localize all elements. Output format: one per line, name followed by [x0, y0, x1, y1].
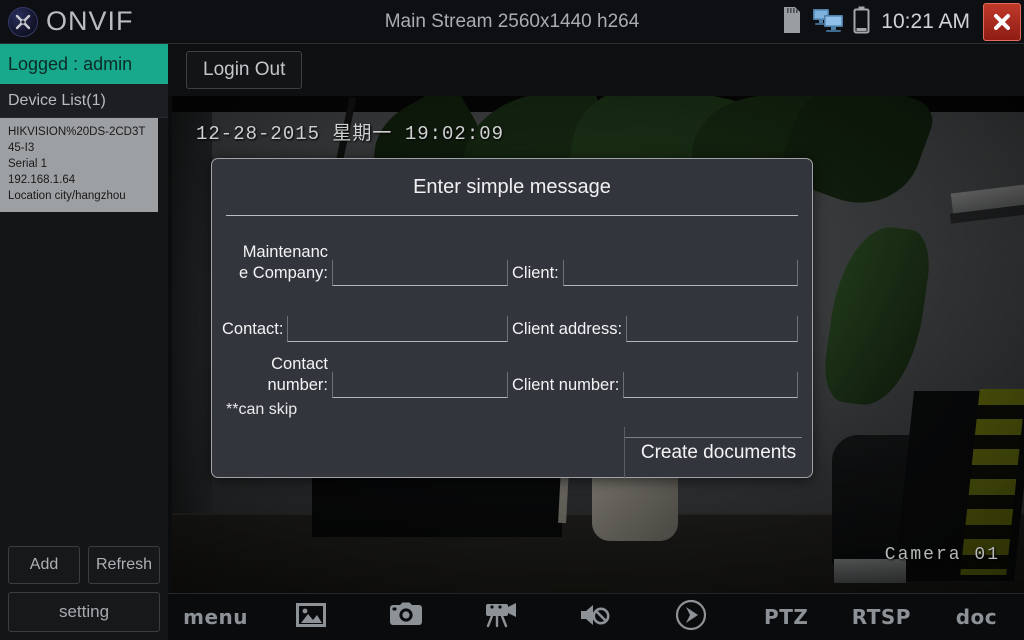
device-name: HIKVISION%20DS-2CD3T: [8, 126, 146, 138]
field-client: Client:: [512, 230, 802, 286]
field-label: Client number:: [512, 376, 620, 394]
ptz-text-icon: PTZ: [764, 605, 809, 629]
contact-input[interactable]: [287, 316, 508, 342]
speaker-muted-icon: [579, 602, 613, 633]
add-button[interactable]: Add: [8, 546, 80, 584]
field-maintenance-company: Maintenanc e Company:: [222, 230, 512, 286]
sidebar: Logged : admin Device List(1) HIKVISION%…: [0, 44, 168, 640]
camera-snapshot-icon: [389, 602, 423, 633]
doc-text-icon: doc: [955, 605, 998, 629]
toolbar-item-play[interactable]: [644, 594, 739, 640]
field-client-number: Client number:: [512, 342, 802, 398]
onvif-wrench-icon: [8, 6, 38, 37]
field-label: Client:: [512, 264, 559, 282]
stream-info: Main Stream 2560x1440 h264: [384, 11, 640, 32]
dialog-form-grid: Maintenanc e Company: Client: Contact: C…: [212, 216, 812, 398]
logged-in-banner: Logged : admin: [0, 44, 168, 84]
toolbar-item-snapshot[interactable]: [358, 594, 453, 640]
field-client-address: Client address:: [512, 286, 802, 342]
toolbar-item-menu[interactable]: menu: [168, 594, 263, 640]
refresh-button[interactable]: Refresh: [88, 546, 160, 584]
sidebar-actions: Add Refresh setting: [0, 546, 168, 640]
field-label: Client address:: [512, 320, 623, 338]
contact-number-input[interactable]: [332, 372, 508, 398]
device-name-cont: 45-I3: [8, 142, 35, 154]
titlebar-status-group: 10:21 AM: [781, 0, 1024, 44]
field-label: Maintenanc e Company:: [239, 243, 328, 282]
top-action-row: Login Out: [168, 44, 1024, 96]
login-out-button[interactable]: Login Out: [186, 51, 303, 89]
list-item[interactable]: HIKVISION%20DS-2CD3T 45-I3 Serial 1 192.…: [0, 118, 158, 212]
toolbar-item-gallery[interactable]: [263, 594, 358, 640]
toolbar-item-ptz[interactable]: PTZ: [739, 594, 834, 640]
rtsp-text-icon: RTSP: [851, 605, 911, 629]
video-record-icon: [484, 601, 518, 634]
onvif-app-window: ONVIF Main Stream 2560x1440 h264 10:21 A…: [0, 0, 1024, 640]
enter-simple-message-dialog: Enter simple message Maintenanc e Compan…: [211, 158, 813, 479]
field-contact-number: Contact number:: [222, 342, 512, 398]
sidebar-button-row: Add Refresh: [8, 546, 160, 584]
dialog-note: **can skip: [226, 401, 298, 418]
dialog-title: Enter simple message: [413, 175, 611, 198]
clock: 10:21 AM: [881, 10, 970, 33]
menu-text-icon: menu: [183, 605, 248, 629]
client-input[interactable]: [562, 260, 798, 286]
bottom-toolbar: menu PTZ RTSP doc: [168, 593, 1024, 640]
field-label: Contact:: [222, 320, 284, 338]
maintenance-company-input[interactable]: [332, 260, 508, 286]
play-circle-icon: [675, 599, 707, 636]
toolbar-item-record[interactable]: [453, 594, 548, 640]
osd-datetime: 12-28-2015 星期一 19:02:09: [196, 123, 505, 145]
toolbar-item-doc[interactable]: doc: [929, 594, 1024, 640]
app-logo-group: ONVIF: [8, 6, 134, 37]
close-x-icon[interactable]: [983, 3, 1021, 41]
device-list-header-label: Device List(1): [8, 91, 106, 109]
client-number-input[interactable]: [623, 372, 798, 398]
setting-button[interactable]: setting: [8, 592, 160, 632]
battery-icon: [853, 6, 870, 39]
network-monitors-icon: [812, 7, 844, 38]
sd-card-icon: [781, 6, 803, 39]
create-documents-button[interactable]: Create documents: [624, 427, 812, 479]
titlebar: ONVIF Main Stream 2560x1440 h264 10:21 A…: [0, 0, 1024, 44]
field-label: Contact number:: [267, 355, 328, 394]
client-address-input[interactable]: [626, 316, 798, 342]
toolbar-item-mute[interactable]: [548, 594, 643, 640]
field-contact: Contact:: [222, 286, 512, 342]
device-ip: 192.168.1.64: [8, 174, 76, 186]
image-gallery-icon: [295, 602, 326, 633]
device-serial: Serial 1: [8, 158, 47, 170]
app-title: ONVIF: [46, 6, 134, 36]
device-location: Location city/hangzhou: [8, 190, 126, 202]
osd-camera-name: Camera 01: [884, 545, 1000, 565]
toolbar-item-rtsp[interactable]: RTSP: [834, 594, 929, 640]
device-list-header: Device List(1): [0, 84, 168, 118]
logged-in-label: Logged : admin: [8, 53, 133, 74]
